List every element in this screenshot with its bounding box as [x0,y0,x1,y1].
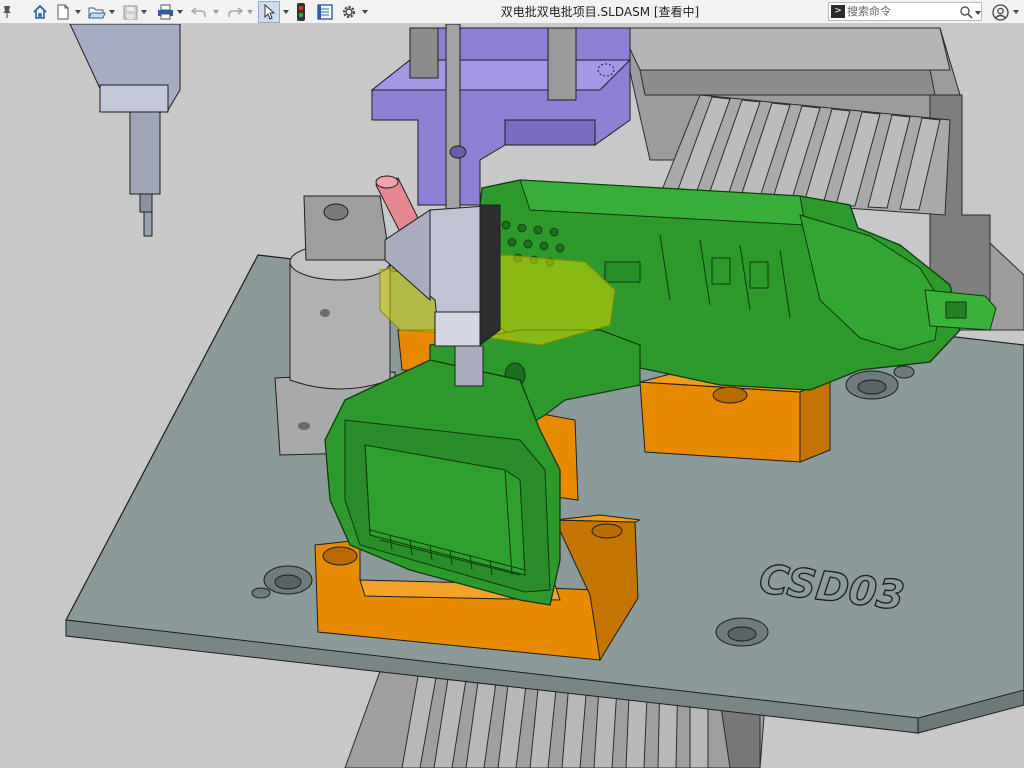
redo-icon[interactable] [226,2,244,22]
graphics-viewport[interactable]: CSD03 [0,24,1024,768]
save-dropdown-chevron-down-icon[interactable] [140,2,148,22]
command-prompt-icon: > [831,5,845,18]
rebuild-icon[interactable] [294,2,308,22]
select-dropdown-chevron-down-icon[interactable] [282,2,290,22]
options-dropdown-chevron-down-icon[interactable] [361,2,369,22]
new-dropdown-chevron-down-icon[interactable] [74,2,82,22]
command-search-box[interactable]: > [828,2,982,21]
home-icon[interactable] [31,2,49,22]
account-dropdown-chevron-down-icon[interactable] [1012,2,1020,22]
print-dropdown-chevron-down-icon[interactable] [176,2,184,22]
pin-icon[interactable] [1,2,13,22]
title-toolbar: 双电批双电批项目.SLDASM [查看中] > [0,0,1024,24]
print-icon[interactable] [156,2,174,22]
new-document-icon[interactable] [55,2,71,22]
search-input[interactable] [847,4,959,19]
open-dropdown-chevron-down-icon[interactable] [108,2,116,22]
save-icon[interactable] [122,2,138,22]
search-icon[interactable] [959,4,973,23]
user-account-icon[interactable] [990,2,1010,22]
select-pointer-icon[interactable] [258,1,280,23]
document-title: 双电批双电批项目.SLDASM [查看中] [500,5,700,19]
file-properties-icon[interactable] [316,2,334,22]
redo-dropdown-chevron-down-icon[interactable] [246,2,254,22]
open-folder-icon[interactable] [88,2,106,22]
undo-dropdown-chevron-down-icon[interactable] [212,2,220,22]
undo-icon[interactable] [190,2,208,22]
search-dropdown-chevron-down-icon[interactable] [975,4,981,23]
options-gear-icon[interactable] [340,2,358,22]
